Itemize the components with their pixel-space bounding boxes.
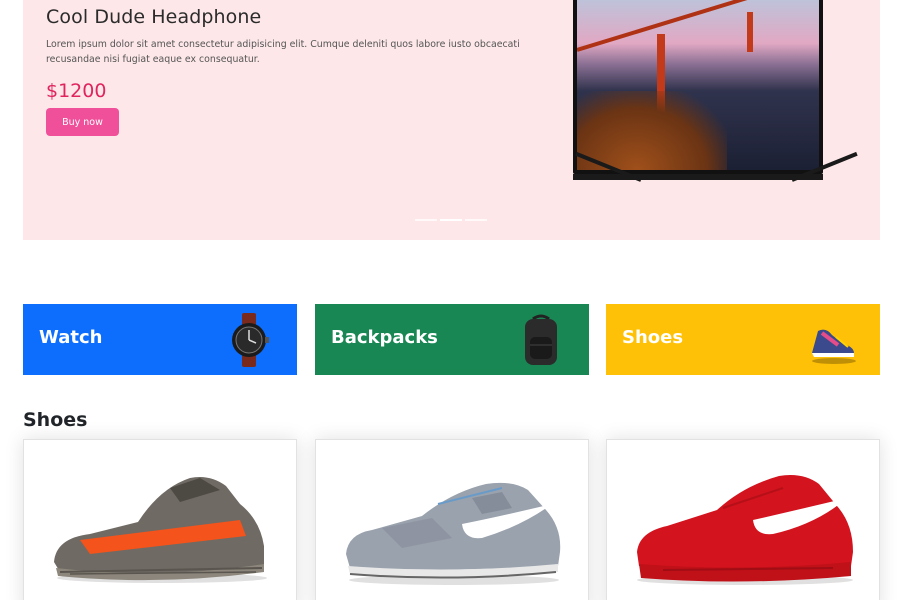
wristwatch-icon: [232, 313, 269, 367]
product-card[interactable]: [315, 439, 589, 600]
product-card[interactable]: [23, 439, 297, 600]
category-label: Backpacks: [331, 327, 438, 348]
category-label: Watch: [39, 327, 103, 348]
category-shoes[interactable]: Shoes: [606, 304, 880, 375]
grey-orange-sneaker-image: [54, 477, 267, 583]
television-image: [547, 0, 858, 222]
grey-pattern-nike-sneaker-image: [346, 482, 561, 585]
hero-price: $1200: [46, 80, 107, 102]
bridge-photo: [577, 0, 819, 170]
carousel-indicator-1[interactable]: [415, 219, 437, 221]
hero-title: Cool Dude Headphone: [46, 6, 262, 28]
category-label: Shoes: [622, 327, 684, 348]
product-card[interactable]: [606, 439, 880, 600]
carousel-indicator-2[interactable]: [440, 219, 462, 221]
section-title: Shoes: [23, 409, 88, 431]
hero-description: Lorem ipsum dolor sit amet consectetur a…: [46, 39, 520, 65]
carousel-indicators: [415, 219, 487, 221]
backpack-icon: [525, 314, 557, 365]
hero-banner: Cool Dude Headphone Lorem ipsum dolor si…: [23, 0, 880, 240]
carousel-indicator-3[interactable]: [465, 219, 487, 221]
tv-screen: [573, 0, 823, 174]
red-nike-sneaker-image: [637, 475, 853, 585]
category-watch[interactable]: Watch: [23, 304, 297, 375]
buy-now-button[interactable]: Buy now: [46, 108, 119, 136]
category-backpacks[interactable]: Backpacks: [315, 304, 589, 375]
sneaker-icon: [812, 329, 856, 364]
